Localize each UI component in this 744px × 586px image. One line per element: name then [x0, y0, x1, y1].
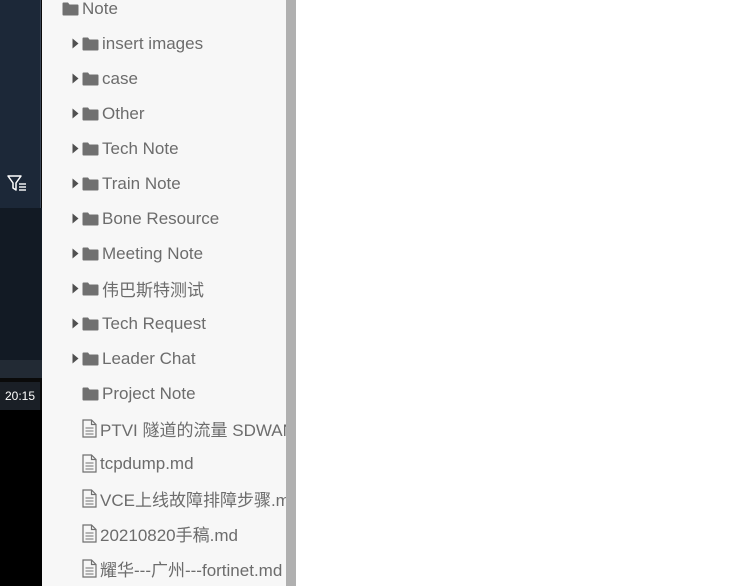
tree-item-label: Tech Request	[102, 313, 206, 333]
sidebar-middle-panel	[0, 208, 42, 360]
caret-right-icon[interactable]	[70, 353, 80, 364]
file-icon	[82, 489, 97, 508]
folder-icon	[82, 142, 99, 156]
tree-scrollbar[interactable]	[286, 0, 296, 586]
sidebar-band	[0, 360, 42, 378]
folder-icon	[82, 247, 99, 261]
tree-folder[interactable]: Tech Note	[70, 131, 179, 166]
folder-icon	[82, 212, 99, 226]
caret-right-icon[interactable]	[70, 178, 80, 189]
filter-icon	[6, 173, 28, 198]
tree-item-label: PTVI 隧道的流量 SDWAN	[100, 421, 286, 440]
folder-icon	[82, 317, 99, 331]
caret-right-icon[interactable]	[70, 143, 80, 154]
sidebar-top-panel	[0, 0, 41, 208]
tree-folder[interactable]: Leader Chat	[70, 341, 196, 376]
caret-right-icon[interactable]	[70, 283, 80, 294]
folder-icon	[82, 107, 99, 121]
tree-folder[interactable]: case	[70, 61, 138, 96]
tree-item-label: VCE上线故障排障步骤.md	[100, 491, 286, 510]
file-tree-panel: Note insert images case Other Tech Note Train…	[42, 0, 286, 586]
tree-file[interactable]: PTVI 隧道的流量 SDWAN	[82, 411, 286, 446]
tree-item-label: Bone Resource	[102, 208, 220, 228]
tree-item-label: Other	[102, 103, 145, 123]
caret-right-icon[interactable]	[70, 248, 80, 259]
tree-file[interactable]: VCE上线故障排障步骤.md	[82, 481, 286, 516]
tree-folder[interactable]: insert images	[70, 26, 203, 61]
tree-file[interactable]: 20210820手稿.md	[82, 516, 238, 551]
tree-item-label: case	[102, 68, 138, 88]
tree-folder[interactable]: Train Note	[70, 166, 181, 201]
editor-area	[296, 0, 744, 586]
folder-icon	[82, 282, 99, 296]
tree-folder[interactable]: Bone Resource	[70, 201, 219, 236]
tree-item-label: Tech Note	[102, 138, 179, 158]
tree-file[interactable]: 耀华---广州---fortinet.md	[82, 551, 282, 586]
caret-right-icon[interactable]	[70, 73, 80, 84]
tree-folder[interactable]: Other	[70, 96, 145, 131]
folder-icon	[82, 352, 99, 366]
caret-right-icon[interactable]	[70, 108, 80, 119]
file-icon	[82, 559, 97, 578]
tree-item-label: Note	[82, 0, 118, 18]
folder-icon	[82, 72, 99, 86]
tree-folder[interactable]: 伟巴斯特测试	[70, 271, 204, 306]
tree-item-label: Train Note	[102, 173, 181, 193]
tree-root-folder[interactable]: Note	[62, 0, 118, 26]
tree-folder[interactable]: Meeting Note	[70, 236, 203, 271]
tree-item-label: 20210820手稿.md	[100, 526, 238, 545]
tree-item-label: Project Note	[102, 383, 196, 403]
filter-button[interactable]	[4, 172, 30, 198]
file-icon	[82, 454, 97, 473]
caret-right-icon[interactable]	[70, 213, 80, 224]
tree-file[interactable]: tcpdump.md	[82, 446, 194, 481]
folder-icon	[82, 177, 99, 191]
tree-item-label: Meeting Note	[102, 243, 204, 263]
tree-item-label: insert images	[102, 33, 204, 53]
folder-icon	[82, 387, 99, 401]
folder-icon	[62, 2, 79, 16]
caret-right-icon[interactable]	[70, 318, 80, 329]
folder-icon	[82, 37, 99, 51]
file-icon	[82, 419, 97, 438]
tree-item-label: tcpdump.md	[100, 453, 194, 473]
caret-right-icon[interactable]	[70, 38, 80, 49]
file-icon	[82, 524, 97, 543]
sidebar-bottom-panel	[0, 410, 42, 586]
tree-folder[interactable]: Tech Request	[70, 306, 206, 341]
tree-item-label: 耀华---广州---fortinet.md	[100, 561, 283, 580]
tree-folder[interactable]: Project Note	[70, 376, 196, 411]
tree-item-label: Leader Chat	[102, 348, 196, 368]
clock-time: 20:15	[0, 382, 40, 410]
tree-item-label: 伟巴斯特测试	[102, 281, 204, 300]
